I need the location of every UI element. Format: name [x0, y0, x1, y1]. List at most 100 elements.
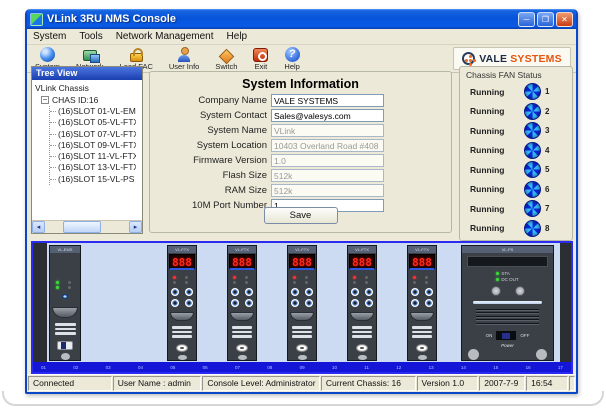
slot-number: 05	[170, 365, 175, 370]
tree-node-slot[interactable]: (16)SLOT 13-VL-FTX	[50, 162, 136, 173]
form-field-row: Company Name	[150, 94, 451, 107]
network-icon	[83, 50, 97, 61]
module-handle	[230, 312, 254, 321]
form-field-row: RAM Size	[150, 184, 451, 197]
chassis-module-ft[interactable]: VL-FTX 888	[167, 245, 197, 361]
module-handle	[410, 312, 434, 321]
field-input[interactable]	[271, 124, 384, 137]
power-switch[interactable]	[495, 330, 517, 341]
load-fac-icon	[130, 53, 143, 62]
tree-node-slot[interactable]: (16)SLOT 05-VL-FTX	[50, 117, 136, 128]
module-vents	[412, 324, 432, 340]
menu-item[interactable]: Help	[227, 31, 248, 42]
field-input[interactable]	[271, 94, 384, 107]
field-input[interactable]	[271, 184, 384, 197]
field-label: System Contact	[150, 110, 271, 121]
fan-status-row: Running 7	[460, 199, 572, 219]
module-label: VL-FTX	[288, 246, 316, 253]
slot-number: 07	[235, 365, 240, 370]
slot-number-strip: 0102030405060708091011121314151617	[33, 362, 571, 372]
ps-vent-grille	[476, 307, 540, 326]
tree-node-slot[interactable]: (16)SLOT 01-VL-EMS	[50, 106, 136, 117]
tree-node-slot[interactable]: (16)SLOT 11-VL-FTX	[50, 151, 136, 162]
reset-button	[62, 294, 68, 299]
tree-horizontal-scrollbar[interactable]	[32, 220, 142, 233]
fan-number: 3	[545, 126, 549, 135]
field-label: System Name	[150, 125, 271, 136]
menu-item[interactable]: System	[33, 31, 66, 42]
toolbar-button[interactable]: Exit	[245, 45, 276, 72]
slot-number: 02	[73, 365, 78, 370]
save-button[interactable]: Save	[264, 207, 338, 224]
ps-led-indicators: STA DC OUT	[496, 271, 518, 283]
toolbar-button[interactable]: Help	[276, 45, 307, 72]
module-handle	[170, 312, 194, 321]
form-field-row: System Name	[150, 124, 451, 137]
field-label: System Location	[150, 140, 271, 151]
field-label: Flash Size	[150, 170, 271, 181]
tree-node-root[interactable]: VLink Chassis	[35, 82, 142, 94]
field-input[interactable]	[271, 139, 384, 152]
chassis-panel: VL-EMS VL-FTX 888	[31, 241, 573, 374]
form-field-row: System Contact	[150, 109, 451, 122]
fan-number: 6	[545, 185, 549, 194]
slot-number: 04	[138, 365, 143, 370]
seven-segment-display: 888	[289, 254, 315, 270]
chassis-module-ft[interactable]: VL-FTX 888	[407, 245, 437, 361]
field-input[interactable]	[271, 154, 384, 167]
toolbar-button[interactable]: Switch	[207, 45, 245, 72]
chassis-module-ft[interactable]: VL-FTX 888	[227, 245, 257, 361]
fan-status-row: Running 3	[460, 121, 572, 141]
module-label: VL-PS	[462, 246, 553, 253]
minimize-icon[interactable]: ─	[518, 12, 535, 27]
tree-node-slot[interactable]: (16)SLOT 15-VL-PS	[50, 174, 136, 185]
module-vents	[352, 324, 372, 340]
power-switch-row: ON OFF	[486, 330, 530, 341]
collapse-icon[interactable]: −	[41, 96, 49, 104]
menu-item[interactable]: Tools	[79, 31, 102, 42]
scroll-left-icon[interactable]	[32, 221, 45, 233]
tree-node-chassis-label: CHAS ID:16	[52, 94, 98, 106]
bnc-connector	[296, 344, 308, 352]
scroll-right-icon[interactable]	[129, 221, 142, 233]
led-indicators	[56, 281, 74, 289]
title-bar[interactable]: VLink 3RU NMS Console ─❐✕	[27, 9, 576, 29]
system-info-title: System Information	[150, 77, 451, 91]
dc-out-label: DC OUT	[501, 277, 518, 283]
thumb-screw	[238, 355, 247, 360]
fan-number: 2	[545, 107, 549, 116]
tree-view-header: Tree View	[32, 67, 142, 80]
status-segment: Current Chassis: 16	[321, 376, 416, 391]
slot-number: 10	[332, 365, 337, 370]
chassis-module-ft[interactable]: VL-FTX 888	[287, 245, 317, 361]
chassis-module-ft[interactable]: VL-FTX 888	[347, 245, 377, 361]
field-input[interactable]	[271, 109, 384, 122]
chassis-module-ems[interactable]: VL-EMS	[49, 245, 81, 361]
tree-node-slot[interactable]: (16)SLOT 07-VL-FTX	[50, 129, 136, 140]
slot-number: 13	[429, 365, 434, 370]
menu-item[interactable]: Network Management	[116, 31, 214, 42]
chassis-module-ps[interactable]: VL-PS STA DC OUT ON OFF Power	[461, 245, 554, 361]
app-icon	[30, 13, 43, 26]
bnc-connector	[356, 344, 368, 352]
tree-body: VLink Chassis − CHAS ID:16 (16)SLOT 01-V…	[32, 80, 142, 220]
form-field-row: System Location	[150, 139, 451, 152]
off-label: OFF	[520, 333, 529, 338]
field-input[interactable]	[271, 169, 384, 182]
close-icon[interactable]: ✕	[556, 12, 573, 27]
toolbar-button[interactable]: User Info	[161, 45, 207, 72]
fan-status-row: Running 2	[460, 102, 572, 122]
slot-number: 09	[300, 365, 305, 370]
module-label: VL-FTX	[348, 246, 376, 253]
scrollbar-thumb[interactable]	[63, 221, 101, 233]
tree-node-slot[interactable]: (16)SLOT 09-VL-FTX	[50, 140, 136, 151]
maximize-icon[interactable]: ❐	[537, 12, 554, 27]
status-segment: User Name : admin	[113, 376, 202, 391]
tree-node-chassis[interactable]: − CHAS ID:16	[41, 94, 142, 106]
fan-number: 8	[545, 224, 549, 233]
module-handle	[290, 312, 314, 321]
logo-name: VALE	[479, 53, 507, 65]
seven-segment-display: 888	[169, 254, 195, 270]
slot-number: 06	[203, 365, 208, 370]
system-icon	[40, 47, 55, 62]
